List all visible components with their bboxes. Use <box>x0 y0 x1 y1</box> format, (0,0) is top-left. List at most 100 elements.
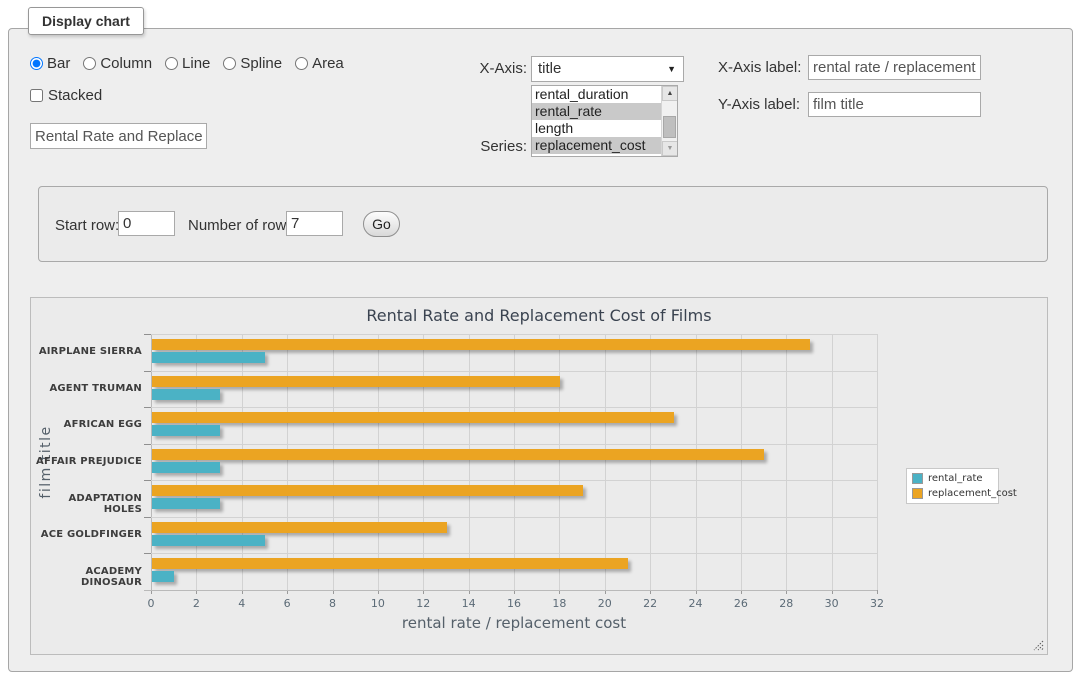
fieldset-legend: Display chart <box>28 7 144 35</box>
gridline-y <box>151 517 877 518</box>
chart-type-option-area[interactable]: Area <box>295 55 344 72</box>
listbox-scrollbar[interactable]: ▲ ▼ <box>661 86 677 156</box>
bar-rental_rate <box>152 571 174 582</box>
chart-type-option-spline[interactable]: Spline <box>223 55 282 72</box>
start-row-input[interactable] <box>118 211 175 236</box>
number-of-rows-input[interactable] <box>286 211 343 236</box>
category-label: ACADEMY DINOSAUR <box>31 566 142 588</box>
x-tick-label: 20 <box>585 597 625 610</box>
bar-rental_rate <box>152 425 220 436</box>
chart-type-option-bar[interactable]: Bar <box>30 55 70 72</box>
scroll-down-icon[interactable]: ▼ <box>662 141 678 156</box>
chart-title: Rental Rate and Replacement Cost of Film… <box>31 306 1047 325</box>
resize-handle-icon[interactable] <box>1033 640 1044 651</box>
chart-type-label: Bar <box>47 55 70 72</box>
category-label: AFFAIR PREJUDICE <box>31 456 142 467</box>
chart-type-radio-column[interactable] <box>83 57 96 70</box>
y-axis-label-input[interactable] <box>808 92 981 117</box>
x-axis-select-label: X-Axis: <box>430 60 527 77</box>
y-tick-mark <box>144 553 151 554</box>
x-tick-mark <box>877 590 878 594</box>
series-option-rental_rate[interactable]: rental_rate <box>532 103 661 120</box>
gridline-x-12 <box>423 334 424 590</box>
bar-rental_rate <box>152 389 220 400</box>
x-tick-label: 18 <box>539 597 579 610</box>
gridline-x-10 <box>378 334 379 590</box>
gridline-x-30 <box>832 334 833 590</box>
category-label: ACE GOLDFINGER <box>31 529 142 540</box>
bar-rental_rate <box>152 535 265 546</box>
x-tick-label: 22 <box>630 597 670 610</box>
gridline-x-24 <box>696 334 697 590</box>
gridline-x-14 <box>469 334 470 590</box>
bar-rental_rate <box>152 498 220 509</box>
x-tick-label: 26 <box>721 597 761 610</box>
x-tick-label: 4 <box>222 597 262 610</box>
x-tick-label: 16 <box>494 597 534 610</box>
dropdown-arrow-icon: ▼ <box>667 64 676 74</box>
x-axis-select[interactable]: title ▼ <box>531 56 684 82</box>
legend-item-replacement_cost: replacement_cost <box>912 488 993 499</box>
chart-type-option-column[interactable]: Column <box>83 55 152 72</box>
legend-item-rental_rate: rental_rate <box>912 473 993 484</box>
y-tick-mark <box>144 480 151 481</box>
gridline-x-32 <box>877 334 878 590</box>
go-button[interactable]: Go <box>363 211 400 237</box>
x-tick-label: 0 <box>131 597 171 610</box>
x-axis-label-input[interactable] <box>808 55 981 80</box>
legend-swatch-replacement_cost <box>912 488 923 499</box>
gridline-x-28 <box>786 334 787 590</box>
category-label: AFRICAN EGG <box>31 419 142 430</box>
x-axis-selected-value: title <box>538 60 561 77</box>
legend-label: rental_rate <box>928 473 983 484</box>
bar-replacement_cost <box>152 376 560 387</box>
chart-type-radio-line[interactable] <box>165 57 178 70</box>
chart-type-radio-area[interactable] <box>295 57 308 70</box>
x-axis-line <box>144 590 877 591</box>
chart-type-label: Line <box>182 55 210 72</box>
x-tick-label: 8 <box>313 597 353 610</box>
bar-replacement_cost <box>152 485 583 496</box>
x-axis-title: rental rate / replacement cost <box>151 614 877 632</box>
x-tick-label: 30 <box>812 597 852 610</box>
start-row-label: Start row: <box>55 217 119 234</box>
y-tick-mark <box>144 407 151 408</box>
series-option-length[interactable]: length <box>532 120 661 137</box>
x-axis-label-label: X-Axis label: <box>718 59 801 76</box>
gridline-y <box>151 480 877 481</box>
bar-replacement_cost <box>152 412 674 423</box>
series-option-rental_duration[interactable]: rental_duration <box>532 86 661 103</box>
legend-swatch-rental_rate <box>912 473 923 484</box>
chart-type-radio-spline[interactable] <box>223 57 236 70</box>
series-option-replacement_cost[interactable]: replacement_cost <box>532 137 661 154</box>
chart-type-option-line[interactable]: Line <box>165 55 210 72</box>
gridline-y <box>151 444 877 445</box>
chart-title-input[interactable] <box>30 123 207 149</box>
x-tick-label: 6 <box>267 597 307 610</box>
x-tick-label: 12 <box>403 597 443 610</box>
chart-type-radio-group: Bar Column Line Spline Area <box>30 55 344 72</box>
chart-type-label: Column <box>100 55 152 72</box>
scroll-up-icon[interactable]: ▲ <box>662 86 678 101</box>
bar-rental_rate <box>152 462 220 473</box>
x-tick-label: 10 <box>358 597 398 610</box>
number-of-rows-label: Number of rows: <box>188 217 298 234</box>
gridline-x-6 <box>287 334 288 590</box>
x-tick-label: 14 <box>449 597 489 610</box>
scrollbar-thumb[interactable] <box>663 116 676 138</box>
stacked-label: Stacked <box>48 87 102 104</box>
bar-replacement_cost <box>152 558 628 569</box>
category-label: AGENT TRUMAN <box>31 383 142 394</box>
legend-label: replacement_cost <box>928 488 1017 499</box>
bar-replacement_cost <box>152 522 447 533</box>
chart-area: Rental Rate and Replacement Cost of Film… <box>30 297 1048 655</box>
chart-type-label: Area <box>312 55 344 72</box>
series-select-label: Series: <box>430 138 527 155</box>
stacked-checkbox[interactable] <box>30 89 43 102</box>
chart-legend: rental_rate replacement_cost <box>906 468 999 504</box>
series-listbox[interactable]: rental_durationrental_ratelengthreplacem… <box>531 85 678 157</box>
chart-type-radio-bar[interactable] <box>30 57 43 70</box>
x-tick-label: 32 <box>857 597 897 610</box>
bar-replacement_cost <box>152 449 764 460</box>
y-tick-mark <box>144 371 151 372</box>
